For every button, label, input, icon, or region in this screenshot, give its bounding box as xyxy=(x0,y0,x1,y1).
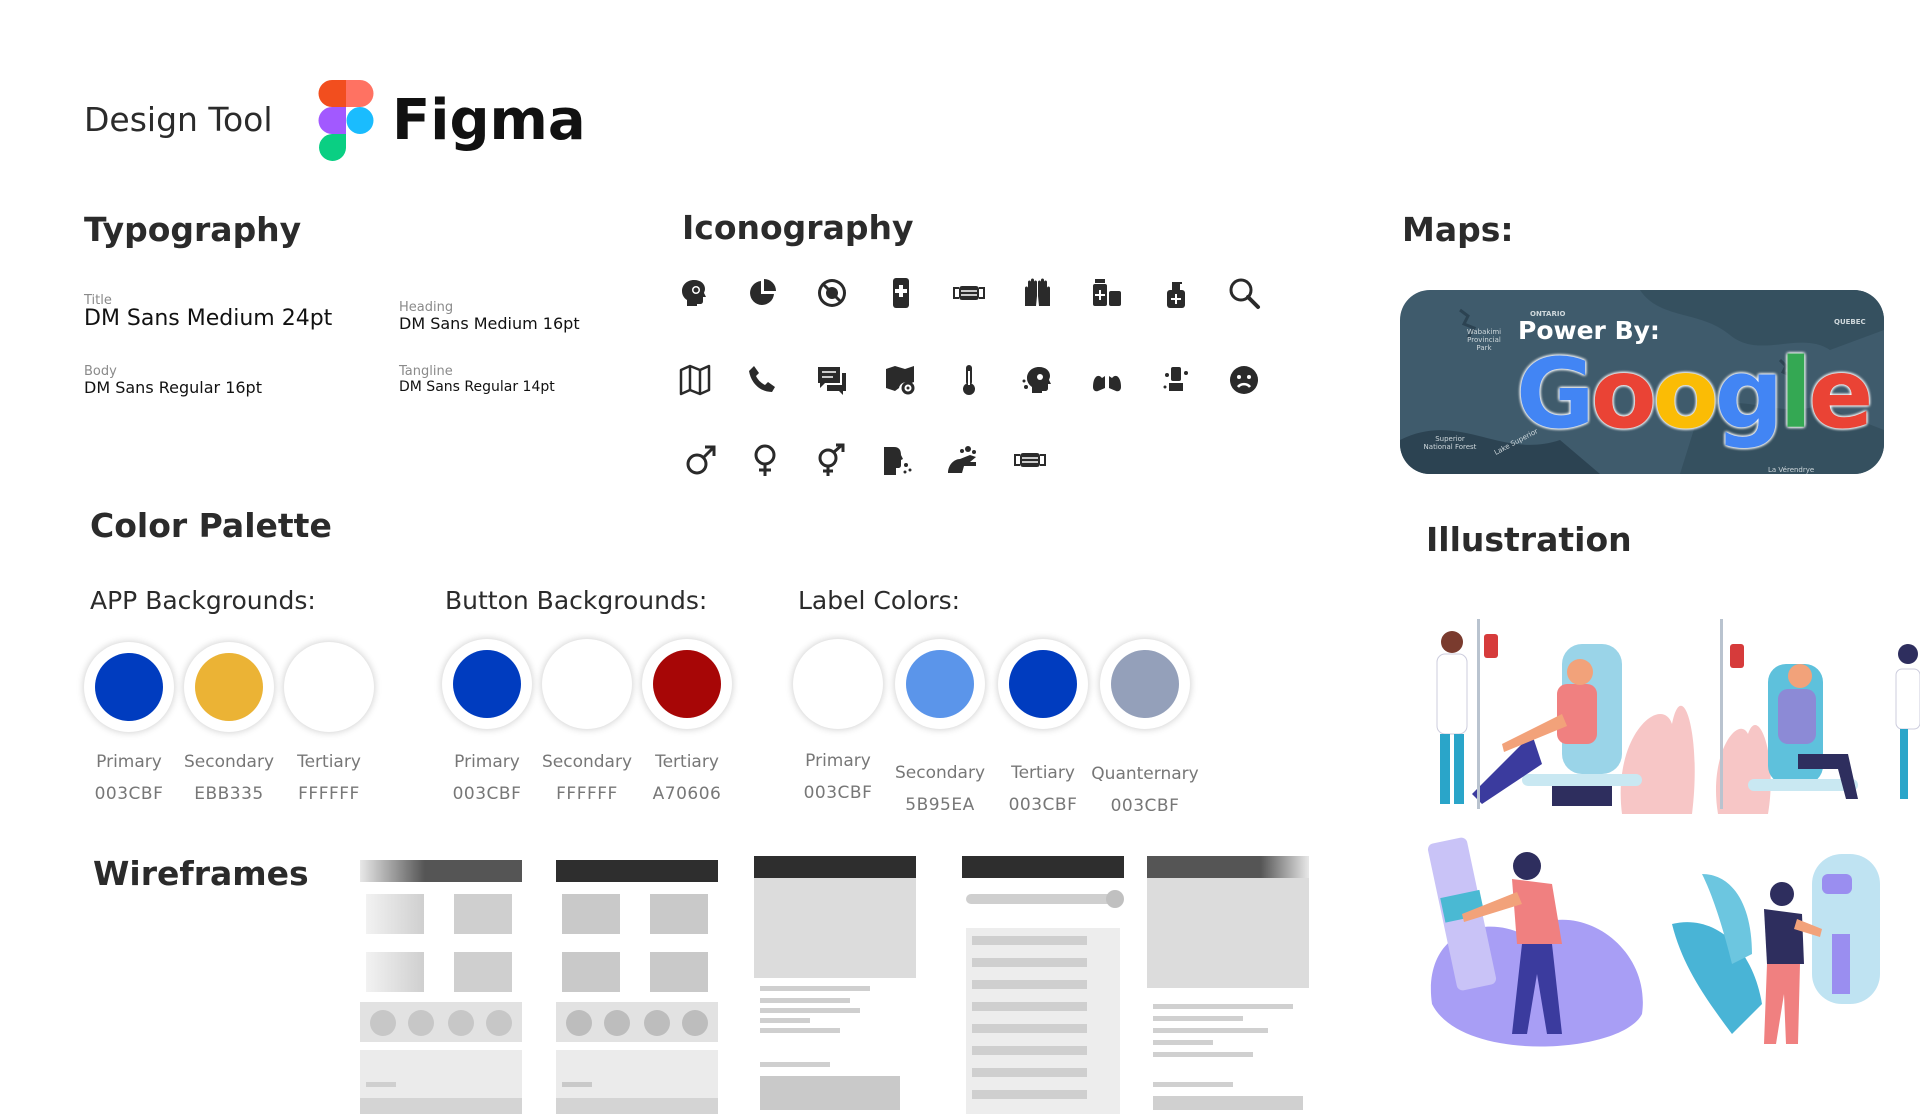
gloves-icon xyxy=(1021,276,1055,310)
typo-body-value: DM Sans Regular 16pt xyxy=(84,378,262,397)
swatch-name: Tertiary xyxy=(1011,763,1075,783)
swatch-1-2[interactable] xyxy=(642,639,732,729)
swatch-hex: FFFFFF xyxy=(298,784,360,804)
swatch-color-dot xyxy=(804,650,872,718)
virus-blocked-icon xyxy=(815,276,849,310)
swatch-color-dot xyxy=(1009,650,1077,718)
typo-heading-value: DM Sans Medium 16pt xyxy=(399,314,580,333)
swatch-1-0[interactable] xyxy=(442,639,532,729)
search-icon[interactable] xyxy=(1227,276,1261,310)
sad-face-icon xyxy=(1227,363,1261,397)
mask-icon-2 xyxy=(1013,443,1047,477)
swatch-name: Tertiary xyxy=(297,752,361,772)
illustration-person-pushing xyxy=(1422,834,1652,1064)
chat-icon xyxy=(815,363,849,397)
design-tool-heading: Design Tool xyxy=(84,100,273,139)
maps-heading: Maps: xyxy=(1402,210,1514,249)
swatch-hex: 5B95EA xyxy=(905,795,975,815)
wireframe-2 xyxy=(556,860,718,1114)
illustration-blood-donation-2 xyxy=(1708,614,1920,814)
typo-body-label: Body xyxy=(84,364,117,379)
swatch-1-1[interactable] xyxy=(542,639,632,729)
map-label-superior: Superior National Forest xyxy=(1423,435,1477,451)
swatch-2-1[interactable] xyxy=(895,639,985,729)
swatch-name: Secondary xyxy=(894,763,986,783)
wireframes-heading: Wireframes xyxy=(93,854,309,893)
gender-icon xyxy=(813,443,847,477)
swatch-color-dot xyxy=(95,653,163,721)
swatch-name: Tertiary xyxy=(655,752,719,772)
map-icon xyxy=(678,363,712,397)
typography-heading: Typography xyxy=(84,210,302,249)
swatch-name: Secondary xyxy=(541,752,633,772)
soap-wash-icon xyxy=(946,443,980,477)
swatch-hex: 003CBF xyxy=(94,784,164,804)
swatch-color-dot xyxy=(195,653,263,721)
map-card[interactable]: ONTARIO QUEBEC Wabakimi Provincial Park … xyxy=(1400,290,1884,474)
figma-logo-icon xyxy=(318,80,374,162)
female-icon xyxy=(748,443,782,477)
swatch-name: Quanternary xyxy=(1091,764,1199,784)
swatch-hex: FFFFFF xyxy=(556,784,618,804)
color-palette-heading: Color Palette xyxy=(90,506,332,545)
swatch-color-dot xyxy=(1111,650,1179,718)
male-icon xyxy=(684,443,718,477)
wireframe-3 xyxy=(754,856,916,1114)
map-label-wabakimi: Wabakimi Provincial Park xyxy=(1466,328,1502,352)
swatch-hex: 003CBF xyxy=(452,784,522,804)
wireframe-4 xyxy=(962,856,1124,1114)
sneeze-icon xyxy=(880,443,914,477)
virus-head-icon xyxy=(678,276,712,310)
swatch-2-2[interactable] xyxy=(998,639,1088,729)
illustration-person-machine xyxy=(1672,834,1920,1064)
google-logo: Google xyxy=(1516,338,1873,450)
thermometer-icon xyxy=(952,363,986,397)
iconography-heading: Iconography xyxy=(682,208,914,247)
figma-wordmark: Figma xyxy=(392,88,586,153)
medical-phone-icon xyxy=(884,276,918,310)
typo-heading-label: Heading xyxy=(399,300,454,315)
hand-wash-icon xyxy=(1159,363,1193,397)
swatch-hex: EBB335 xyxy=(194,784,264,804)
typo-title-value: DM Sans Medium 24pt xyxy=(84,306,333,331)
map-label-quebec: QUEBEC xyxy=(1834,318,1866,326)
illustration-heading: Illustration xyxy=(1426,520,1632,559)
swatch-hex: 003CBF xyxy=(1110,796,1180,816)
wireframe-5 xyxy=(1147,856,1309,1114)
swatch-color-dot xyxy=(295,653,363,721)
face-mask-icon xyxy=(952,276,986,310)
typo-tangline-value: DM Sans Regular 14pt xyxy=(399,379,555,395)
app-backgrounds-heading: APP Backgrounds: xyxy=(90,586,316,615)
phone-icon xyxy=(746,363,780,397)
sanitizer-icon xyxy=(1159,276,1193,310)
swatch-hex: A70606 xyxy=(652,784,722,804)
swatch-0-0[interactable] xyxy=(84,642,174,732)
swatch-name: Primary xyxy=(96,752,162,772)
swatch-hex: 003CBF xyxy=(1008,795,1078,815)
swatch-name: Primary xyxy=(454,752,520,772)
swatch-2-0[interactable] xyxy=(793,639,883,729)
swatch-color-dot xyxy=(906,650,974,718)
pie-chart-icon xyxy=(746,276,780,310)
illustration-blood-donation-1 xyxy=(1422,614,1698,814)
typo-tangline-label: Tangline xyxy=(399,364,453,379)
map-pin-icon xyxy=(884,363,918,397)
swatch-hex: 003CBF xyxy=(803,783,873,803)
swatch-2-3[interactable] xyxy=(1100,639,1190,729)
swatch-color-dot xyxy=(653,650,721,718)
swatch-name: Primary xyxy=(805,751,871,771)
button-backgrounds-heading: Button Backgrounds: xyxy=(445,586,708,615)
swatch-name: Secondary xyxy=(183,752,275,772)
medicine-bottles-icon xyxy=(1090,276,1124,310)
swatch-color-dot xyxy=(453,650,521,718)
wireframe-1 xyxy=(360,860,522,1114)
map-label-verendrye: La Vérendrye xyxy=(1768,466,1815,474)
swatch-0-2[interactable] xyxy=(284,642,374,732)
swatch-color-dot xyxy=(553,650,621,718)
label-colors-heading: Label Colors: xyxy=(798,586,961,615)
swatch-0-1[interactable] xyxy=(184,642,274,732)
sick-head-icon xyxy=(1021,363,1055,397)
lungs-icon xyxy=(1090,363,1124,397)
